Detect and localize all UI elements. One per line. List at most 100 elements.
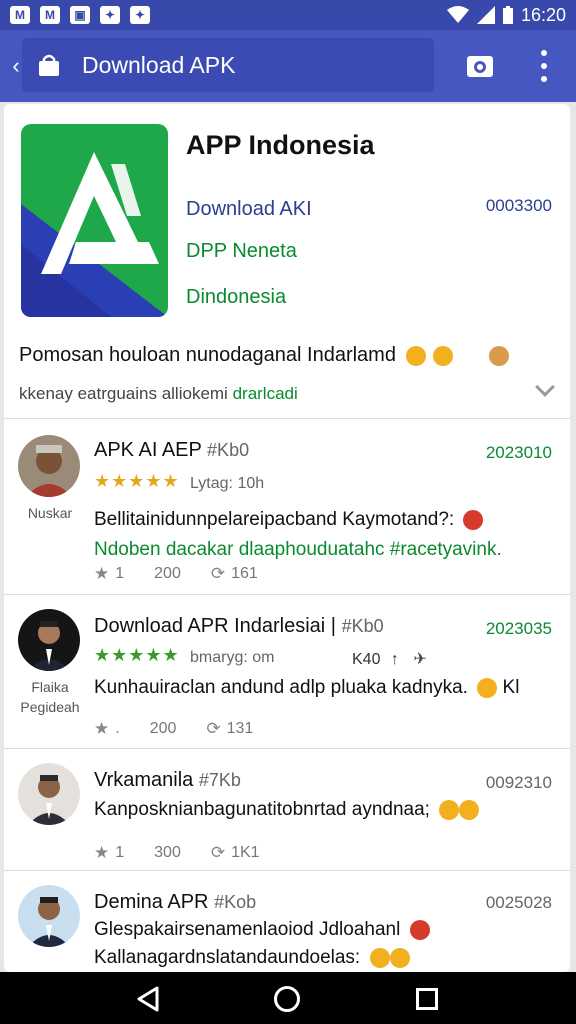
subdescription-highlight[interactable]: drarlcadi: [233, 384, 298, 403]
comment-text-suffix: Kl: [502, 677, 520, 698]
comment-author-name: Vrkamanila: [94, 769, 194, 791]
comment-author-name: Download APR Indarlesiai |: [94, 615, 336, 637]
gmail-icon: M: [10, 6, 30, 24]
comment-text: Bellitainidunnpelareipacband Kaymotand?:: [94, 509, 484, 531]
title-box[interactable]: Download APK: [22, 38, 434, 92]
back-triangle-icon[interactable]: [136, 986, 160, 1012]
image-icon: ▣: [70, 6, 90, 24]
content-card: APP Indonesia Download AKI 0003300 DPP N…: [4, 104, 570, 972]
comment-author-tag: #Kb0: [341, 616, 384, 636]
avatar-label: Flaika Pegideah: [20, 679, 80, 715]
home-circle-icon[interactable]: [274, 986, 300, 1012]
signal-icon: [476, 6, 495, 24]
emoji-icon: [463, 509, 484, 530]
comment-text: Glespakairsenamenlaoiod Jdloahanl: [94, 919, 430, 941]
app-description: Pomosan houloan nunodaganal Indarlamd: [19, 344, 509, 367]
comment-author-tag: #Kb0: [207, 440, 250, 460]
recents-square-icon[interactable]: [416, 988, 438, 1010]
comment-extra: K40 ↑ ✈: [352, 649, 427, 669]
navigation-bar: [0, 972, 576, 1024]
repost-icon[interactable]: ⟳: [211, 564, 225, 584]
status-bar: M M ▣ ✦ ✦ 16:20: [0, 0, 576, 30]
comment-date: 0025028: [485, 893, 552, 912]
comment-text-secondary-body: Kallanagardnslatandaundoelas:: [94, 947, 361, 968]
share-count: 131: [226, 720, 254, 737]
hand-emoji-icon: [488, 345, 509, 366]
reply-count: 200: [154, 565, 181, 582]
subdescription-text: kkenay eatrguains alliokemi: [19, 384, 228, 403]
comment-author-tag: #7Kb: [198, 770, 241, 790]
comment-extra-value: K40: [352, 651, 381, 668]
avatar[interactable]: [18, 609, 80, 671]
emoji-icon: [477, 677, 498, 698]
comment-item[interactable]: Demina APR #Kob 0025028 Glespakairsename…: [4, 871, 570, 972]
comment-author-tag: #Kob: [214, 892, 257, 912]
comment-actions: ★ . 200 ⟳ 131: [94, 719, 253, 739]
clock: 16:20: [520, 4, 566, 25]
repost-icon[interactable]: ⟳: [206, 719, 220, 739]
emoji-icon: [459, 799, 480, 820]
comment-text-secondary: Kallanagardnslatandaundoelas:: [94, 947, 410, 969]
comment-text: Kunhauiraclan andund adlp pluaka kadnyka…: [94, 677, 519, 699]
plane-icon: ✈: [413, 651, 427, 668]
reply-count: 200: [149, 720, 177, 737]
notification-icon: ✦: [100, 6, 120, 24]
notification-icon: ✦: [130, 6, 150, 24]
comment-item[interactable]: Vrkamanila #7Kb 0092310 Kanposknianbagun…: [4, 749, 570, 869]
avatar[interactable]: [18, 763, 80, 825]
app-bar: ‹ Download APK: [0, 30, 576, 102]
smiley-emoji-icon: [405, 345, 426, 366]
comment-actions: ★ 1 200 ⟳ 161: [94, 564, 258, 584]
like-count: .: [115, 720, 120, 737]
app-info-line-1[interactable]: Download AKI: [186, 198, 312, 221]
comment-actions: ★ 1 300 ⟳ 1K1: [94, 843, 260, 863]
comment-text-secondary: Ndoben dacakar dlaaphouduatahc #racetyav…: [94, 539, 502, 560]
rating-stars: ★★★★★: [94, 471, 180, 491]
gmail-icon: M: [40, 6, 60, 24]
comment-text-body: Bellitainidunnpelareipacband Kaymotand?:: [94, 509, 455, 530]
comment-date: 0092310: [485, 773, 552, 792]
hands-emoji-icon: [433, 345, 454, 366]
comment-author[interactable]: Vrkamanila #7Kb: [94, 769, 241, 792]
app-subdescription: kkenay eatrguains alliokemi drarlcadi: [19, 384, 298, 404]
emoji-icon: [439, 799, 460, 820]
share-count: 1K1: [231, 844, 260, 861]
star-icon[interactable]: ★: [94, 843, 109, 863]
comment-text-body: Kunhauiraclan andund adlp pluaka kadnyka…: [94, 677, 468, 698]
star-icon[interactable]: ★: [94, 719, 109, 739]
camera-icon[interactable]: [466, 52, 494, 78]
star-icon[interactable]: ★: [94, 564, 109, 584]
reply-count: 300: [154, 844, 181, 861]
emoji-icon: [389, 947, 410, 968]
comment-author-name: Demina APR: [94, 891, 209, 913]
app-info-line-2[interactable]: DPP Neneta: [186, 240, 297, 263]
repost-icon[interactable]: ⟳: [211, 843, 225, 863]
comment-item[interactable]: Flaika Pegideah Download APR Indarlesiai…: [4, 595, 570, 747]
app-name: APP Indonesia: [186, 130, 375, 160]
comment-text: Kanposknianbagunatitobnrtad ayndnaa;: [94, 799, 480, 821]
arrow-up-icon: ↑: [390, 651, 399, 668]
comment-date: 2023010: [485, 443, 552, 462]
more-vert-icon[interactable]: [538, 50, 550, 82]
shopping-bag-icon: [39, 54, 59, 76]
like-count: 1: [115, 844, 125, 861]
comment-item[interactable]: Nuskar APK AI AEP #Kb0 2023010 ★★★★★ Lyt…: [4, 419, 570, 593]
comment-author[interactable]: APK AI AEP #Kb0: [94, 439, 249, 462]
wifi-icon: [446, 6, 469, 23]
share-count: 161: [231, 565, 258, 582]
comment-author[interactable]: Download APR Indarlesiai | #Kb0: [94, 615, 384, 638]
emoji-icon: [369, 947, 390, 968]
comment-meta: bmaryg: om: [190, 649, 275, 666]
app-info-value: 0003300: [485, 196, 552, 215]
comment-date: 2023035: [485, 619, 552, 638]
avatar-label: Nuskar: [27, 505, 73, 521]
comment-text-body: Glespakairsenamenlaoiod Jdloahanl: [94, 919, 401, 940]
comment-author-name: APK AI AEP: [94, 439, 202, 461]
avatar[interactable]: [18, 885, 80, 947]
expand-chevron-icon[interactable]: [535, 377, 555, 397]
avatar[interactable]: [18, 435, 80, 497]
battery-icon: [502, 6, 513, 24]
comment-author[interactable]: Demina APR #Kob: [94, 891, 256, 914]
app-bar-title: Download APK: [82, 51, 236, 78]
app-info-line-3[interactable]: Dindonesia: [186, 286, 286, 309]
